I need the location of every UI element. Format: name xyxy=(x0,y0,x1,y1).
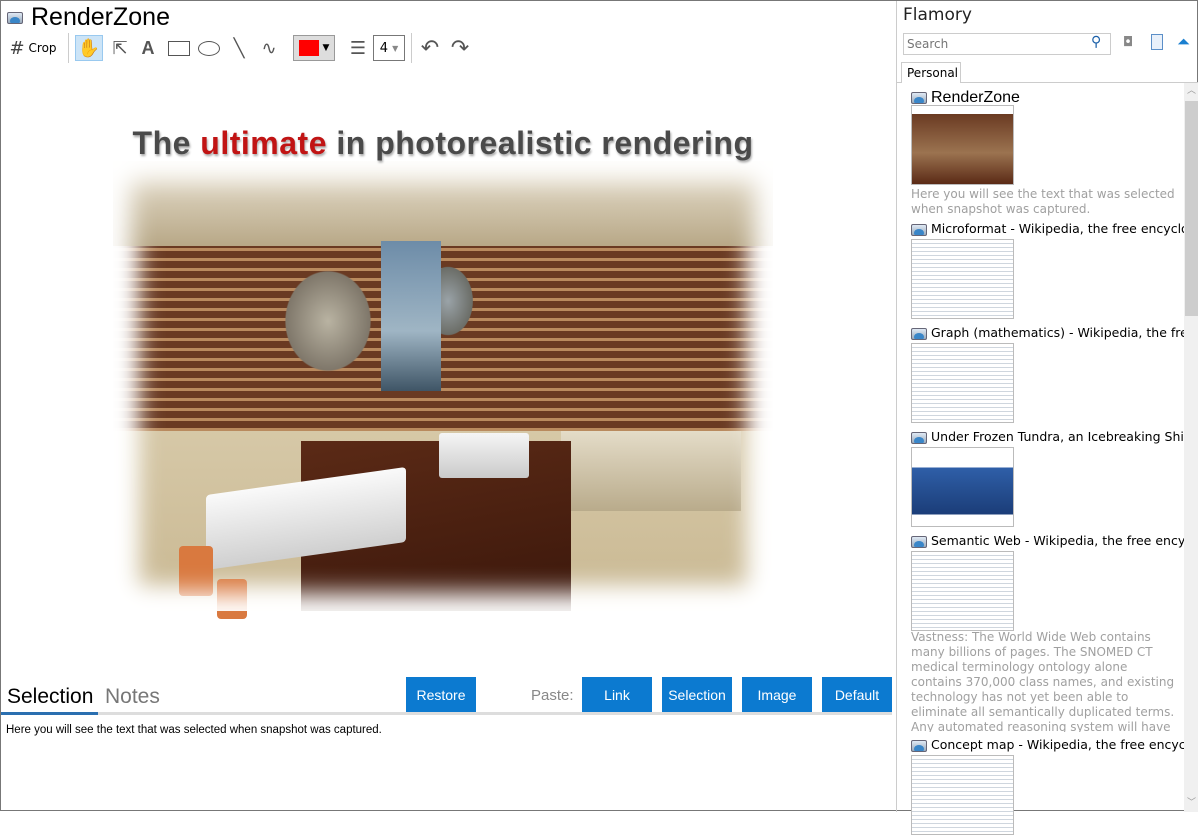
crop-icon: # xyxy=(9,37,25,59)
page-icon xyxy=(911,740,927,752)
active-tab-indicator xyxy=(1,712,98,715)
tab-selection[interactable]: Selection xyxy=(7,685,93,709)
window-title: RenderZone xyxy=(31,3,170,31)
item-title: Semantic Web - Wikipedia, the free encyc… xyxy=(931,533,1184,548)
paste-link-button[interactable]: Link xyxy=(582,677,652,712)
redo-button[interactable]: ↷ xyxy=(448,35,472,61)
color-picker[interactable]: ▼ xyxy=(293,35,335,61)
image-headline: The ultimate in photorealistic rendering xyxy=(113,125,773,162)
page-icon xyxy=(911,328,927,340)
toolbar: # Crop ✋ ⇱ A ╲ ∿ ▼ ☰ 4 ▼ ↶ ↷ xyxy=(1,33,896,63)
search-icon[interactable]: ⚲ xyxy=(1091,34,1101,50)
line-width-icon: ☰ xyxy=(349,37,367,59)
redo-icon: ↷ xyxy=(450,35,470,61)
line-icon: ╲ xyxy=(233,37,245,59)
document-icon[interactable] xyxy=(1151,34,1163,50)
paste-selection-button[interactable]: Selection xyxy=(662,677,732,712)
camera-icon[interactable]: ◘ xyxy=(1123,35,1133,50)
scrollbar-thumb[interactable] xyxy=(1185,101,1198,316)
image-vignette xyxy=(113,161,773,611)
item-thumbnail xyxy=(911,447,1014,527)
selection-text[interactable]: Here you will see the text that was sele… xyxy=(6,724,382,736)
item-thumbnail xyxy=(911,551,1014,631)
undo-button[interactable]: ↶ xyxy=(418,35,442,61)
pointer-icon: ⇱ xyxy=(112,37,128,59)
list-item[interactable]: Under Frozen Tundra, an Icebreaking Ship… xyxy=(897,429,1187,529)
ellipse-icon xyxy=(198,40,220,56)
tab-notes[interactable]: Notes xyxy=(105,685,160,709)
chevron-down-icon: ▼ xyxy=(322,43,330,53)
item-thumbnail xyxy=(911,755,1014,835)
crop-button[interactable]: # Crop xyxy=(7,35,59,61)
freehand-tool-button[interactable]: ∿ xyxy=(257,35,281,61)
list-item[interactable]: Graph (mathematics) - Wikipedia, the fre… xyxy=(897,325,1187,425)
stroke-width-select[interactable]: 4 ▼ xyxy=(373,35,405,61)
color-swatch xyxy=(298,40,319,56)
snapshot-pane: RenderZone # Crop ✋ ⇱ A ╲ ∿ ▼ ☰ 4 ▼ ↶ ↷ Th… xyxy=(1,1,896,812)
tab-personal[interactable]: Personal xyxy=(901,62,961,83)
scroll-down-icon[interactable]: ﹀ xyxy=(1187,795,1196,808)
page-icon xyxy=(911,536,927,548)
pointer-tool-button[interactable]: ⇱ xyxy=(109,35,131,61)
undo-icon: ↶ xyxy=(420,35,440,61)
item-thumbnail xyxy=(911,105,1014,185)
item-title: Graph (mathematics) - Wikipedia, the fre… xyxy=(931,325,1184,340)
page-icon xyxy=(911,92,927,104)
hand-tool-button[interactable]: ✋ xyxy=(75,35,103,61)
text-tool-button[interactable]: A xyxy=(137,35,159,61)
flamory-sidebar: Flamory ⚲ ◘ ⏶ Personal RenderZone Here y… xyxy=(896,1,1198,835)
snapshot-list: RenderZone Here you will see the text th… xyxy=(897,83,1198,835)
stroke-width-value: 4 xyxy=(379,40,389,56)
chevron-down-icon: ▼ xyxy=(392,43,399,53)
headline-text: in photorealistic rendering xyxy=(326,125,754,161)
line-tool-button[interactable]: ╲ xyxy=(227,35,251,61)
restore-button[interactable]: Restore xyxy=(406,677,476,712)
list-item[interactable]: Microformat - Wikipedia, the free encycl… xyxy=(897,221,1187,321)
collapse-top-icon[interactable]: ⏶ xyxy=(1177,34,1190,50)
item-thumbnail xyxy=(911,343,1014,423)
scroll-up-icon[interactable]: ︿ xyxy=(1187,83,1196,96)
item-title: Microformat - Wikipedia, the free encycl… xyxy=(931,221,1184,236)
freehand-icon: ∿ xyxy=(261,37,277,59)
scrollbar[interactable]: ︿ ﹀ xyxy=(1184,83,1198,812)
item-description: Here you will see the text that was sele… xyxy=(911,187,1175,216)
ellipse-tool-button[interactable] xyxy=(197,35,221,61)
rectangle-tool-button[interactable] xyxy=(167,35,191,61)
headline-highlight: ultimate xyxy=(200,125,327,161)
hand-icon: ✋ xyxy=(77,37,101,59)
item-title: Under Frozen Tundra, an Icebreaking Ship… xyxy=(931,429,1184,444)
list-item[interactable]: Concept map - Wikipedia, the free encycl… xyxy=(897,737,1187,835)
list-item[interactable]: RenderZone Here you will see the text th… xyxy=(897,87,1187,217)
rectangle-icon xyxy=(168,40,190,56)
crop-label: Crop xyxy=(28,41,57,55)
text-icon: A xyxy=(141,37,155,58)
paste-label: Paste: xyxy=(531,687,574,704)
paste-default-button[interactable]: Default xyxy=(822,677,892,712)
item-title: Concept map - Wikipedia, the free encycl… xyxy=(931,737,1184,752)
item-description: Vastness: The World Wide Web contains ma… xyxy=(911,630,1175,732)
item-thumbnail xyxy=(911,239,1014,319)
list-item[interactable]: Semantic Web - Wikipedia, the free encyc… xyxy=(897,533,1187,733)
app-icon xyxy=(7,12,23,24)
headline-text: The xyxy=(132,125,201,161)
sidebar-title: Flamory xyxy=(903,5,972,25)
page-icon xyxy=(911,432,927,444)
paste-image-button[interactable]: Image xyxy=(742,677,812,712)
search-input[interactable] xyxy=(903,33,1111,55)
page-icon xyxy=(911,224,927,236)
